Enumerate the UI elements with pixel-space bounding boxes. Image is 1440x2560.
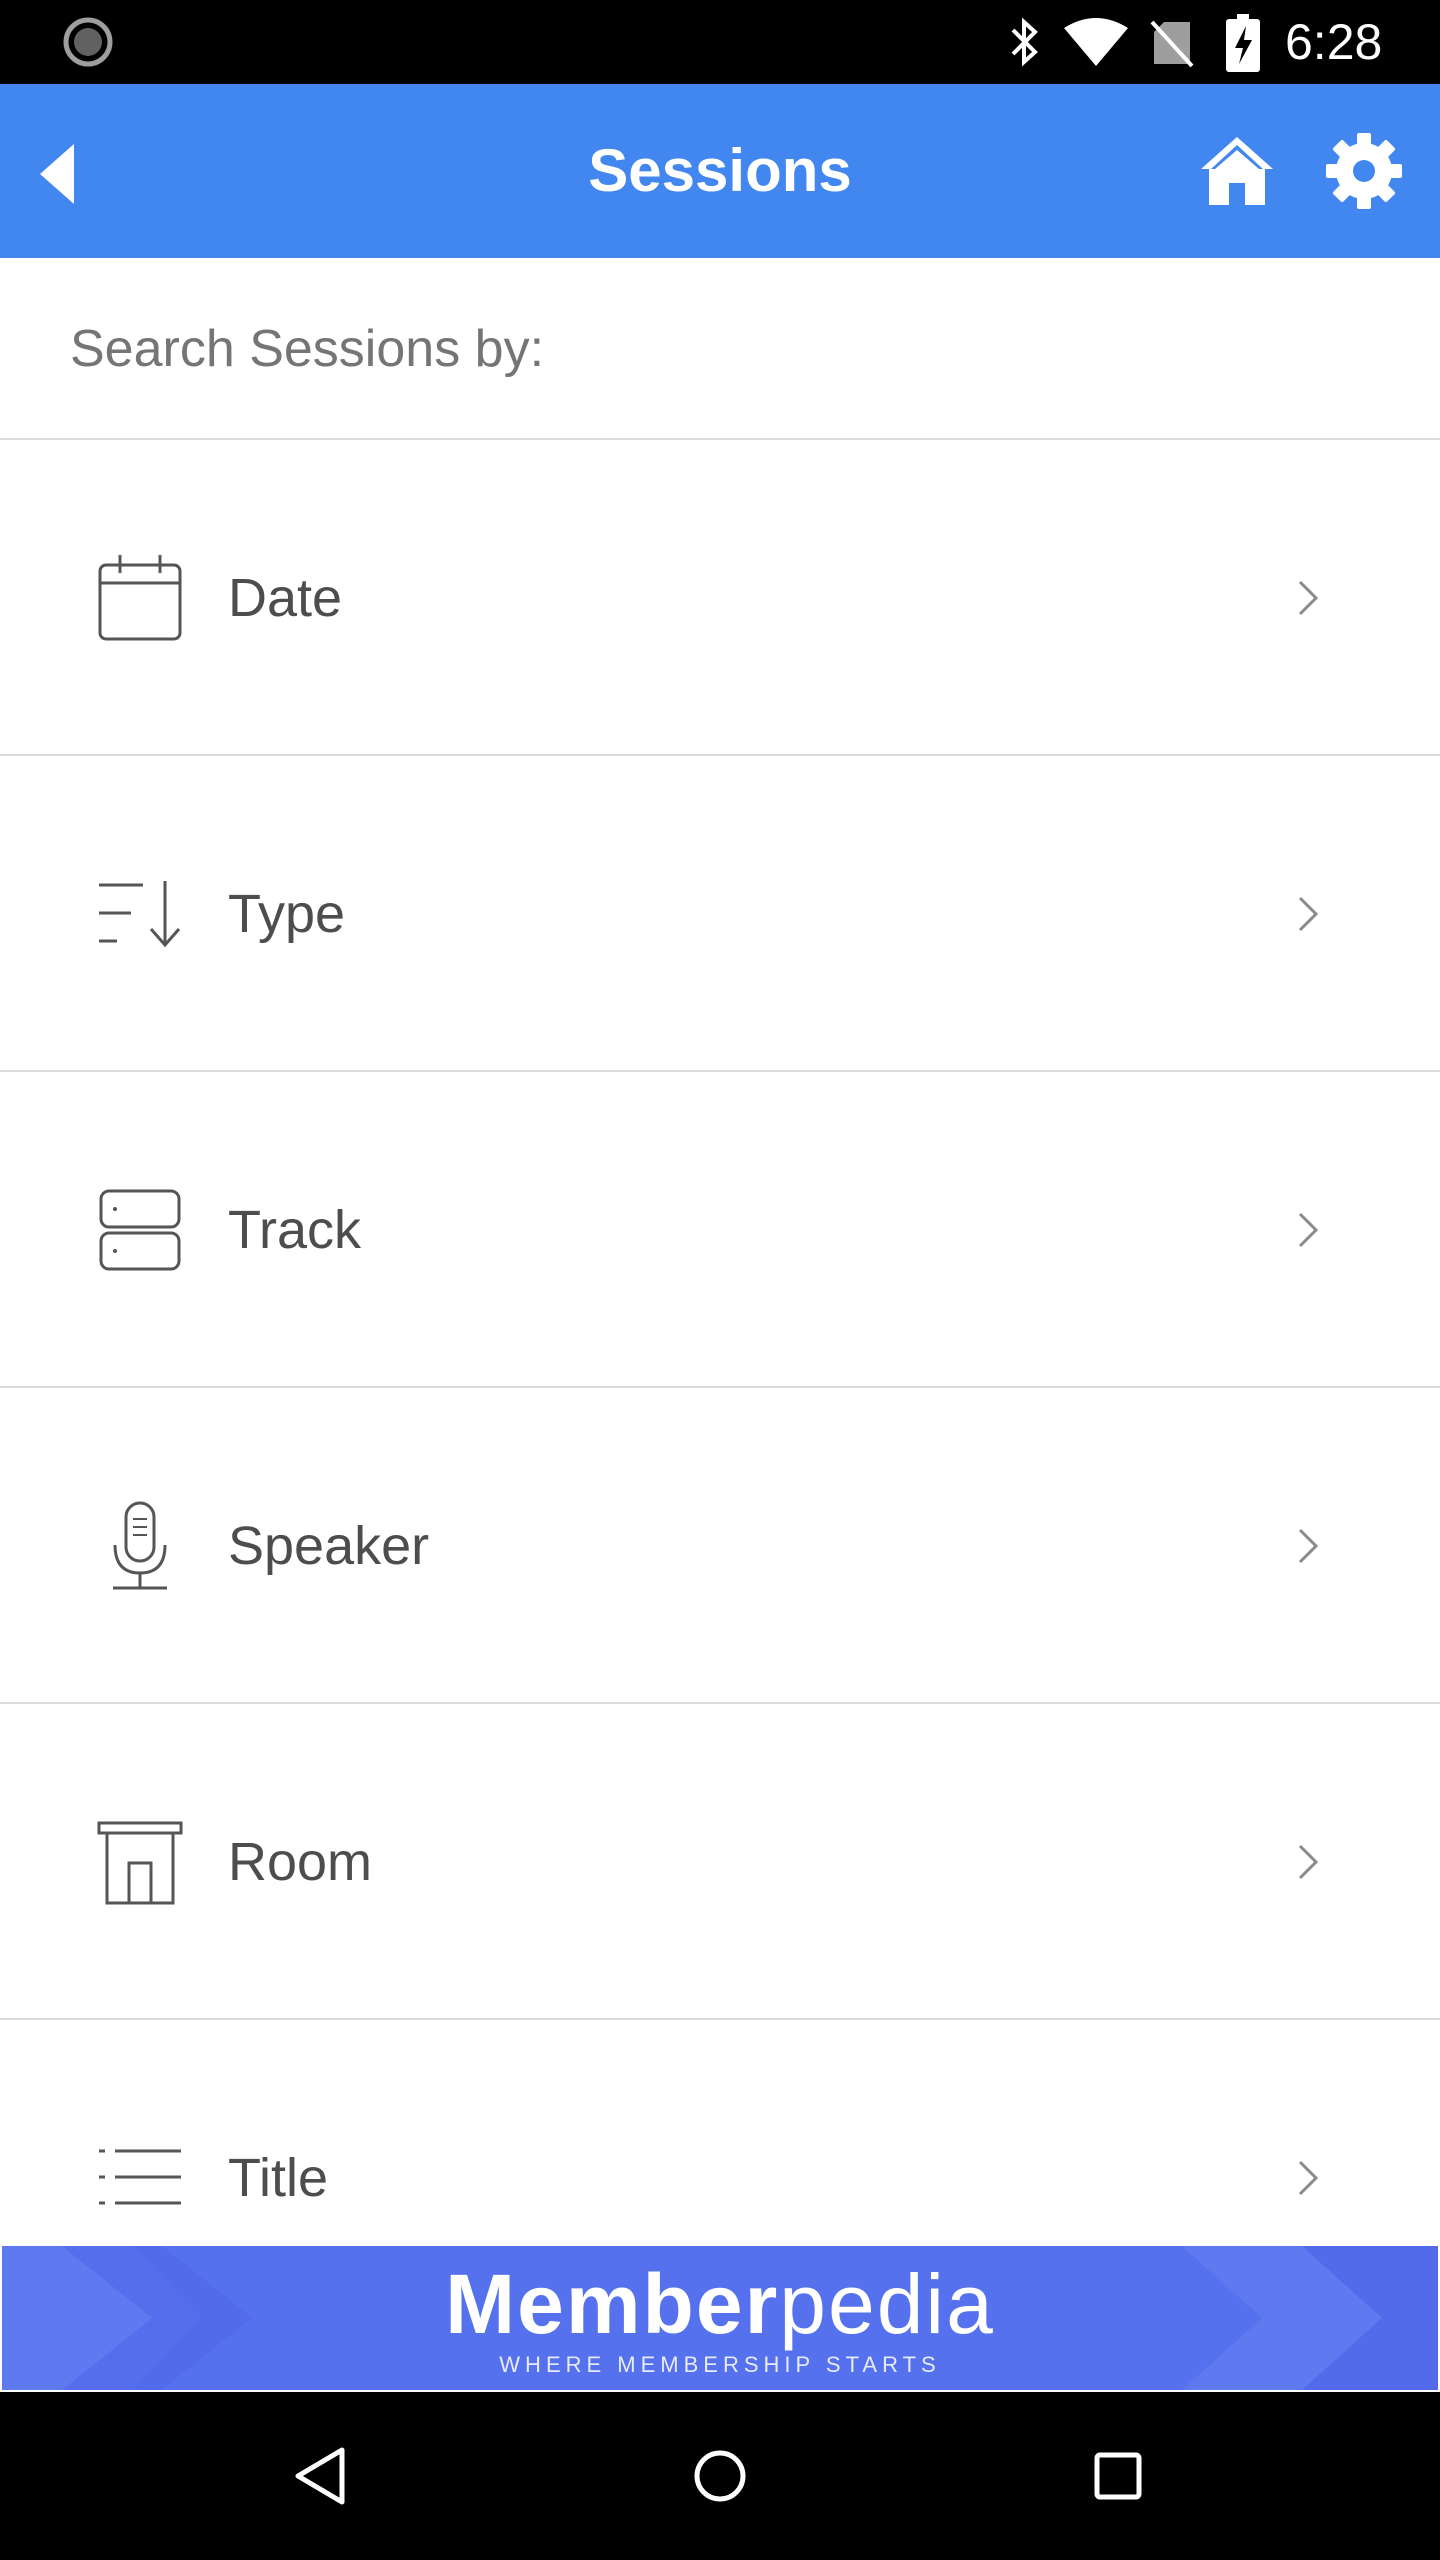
home-circle-icon[interactable] (680, 2436, 760, 2516)
chevron-right-icon (1298, 1528, 1319, 1564)
status-bar: 6:28 (0, 0, 1440, 84)
search-options-list: Date Type Track Speaker Room Title (0, 440, 1440, 2336)
chevron-right-icon (1298, 580, 1319, 616)
list-item-speaker[interactable]: Speaker (0, 1388, 1440, 1704)
microphone-icon (113, 1501, 167, 1590)
settings-gear-icon[interactable] (1322, 129, 1406, 213)
no-sim-icon (1150, 20, 1194, 68)
list-item-type[interactable]: Type (0, 756, 1440, 1072)
status-time: 6:28 (1285, 14, 1383, 70)
list-item-label: Type (228, 884, 346, 944)
ad-tagline: WHERE MEMBERSHIP STARTS (499, 2352, 941, 2377)
list-item-label: Date (228, 568, 343, 628)
list-item-date[interactable]: Date (0, 440, 1440, 756)
ad-brand-light: pedia (779, 2257, 995, 2351)
list-item-label: Speaker (228, 1516, 430, 1576)
home-icon[interactable] (1195, 129, 1279, 213)
ad-brand-bold: Member (445, 2257, 780, 2351)
app-bar: Sessions (0, 84, 1440, 258)
list-item-label: Room (228, 1832, 373, 1892)
recents-square-icon[interactable] (1078, 2436, 1158, 2516)
chevron-right-icon (1298, 1212, 1319, 1248)
search-sessions-label: Search Sessions by: (0, 258, 1440, 440)
list-item-label: Track (228, 1200, 361, 1260)
list-item-track[interactable]: Track (0, 1072, 1440, 1388)
wifi-icon (1064, 18, 1128, 66)
sort-icon (99, 881, 181, 948)
chevron-right-icon (1298, 2160, 1319, 2196)
system-nav-bar (0, 2392, 1440, 2560)
server-stack-icon (99, 1189, 181, 1271)
bluetooth-icon (1011, 17, 1038, 67)
chevron-right-icon (1298, 896, 1319, 932)
list-icon (99, 2149, 181, 2205)
chevron-right-icon (1298, 1844, 1319, 1880)
back-triangle-icon[interactable] (282, 2436, 362, 2516)
ad-banner[interactable]: Memberpedia WHERE MEMBERSHIP STARTS (0, 2244, 1440, 2392)
sync-icon (63, 17, 113, 67)
room-icon (97, 1821, 183, 1905)
list-item-room[interactable]: Room (0, 1704, 1440, 2020)
calendar-icon (98, 555, 182, 641)
battery-charging-icon (1226, 14, 1260, 72)
search-label-text: Search Sessions by: (70, 320, 545, 378)
ad-brand-logo: Memberpedia (2, 2254, 1438, 2354)
